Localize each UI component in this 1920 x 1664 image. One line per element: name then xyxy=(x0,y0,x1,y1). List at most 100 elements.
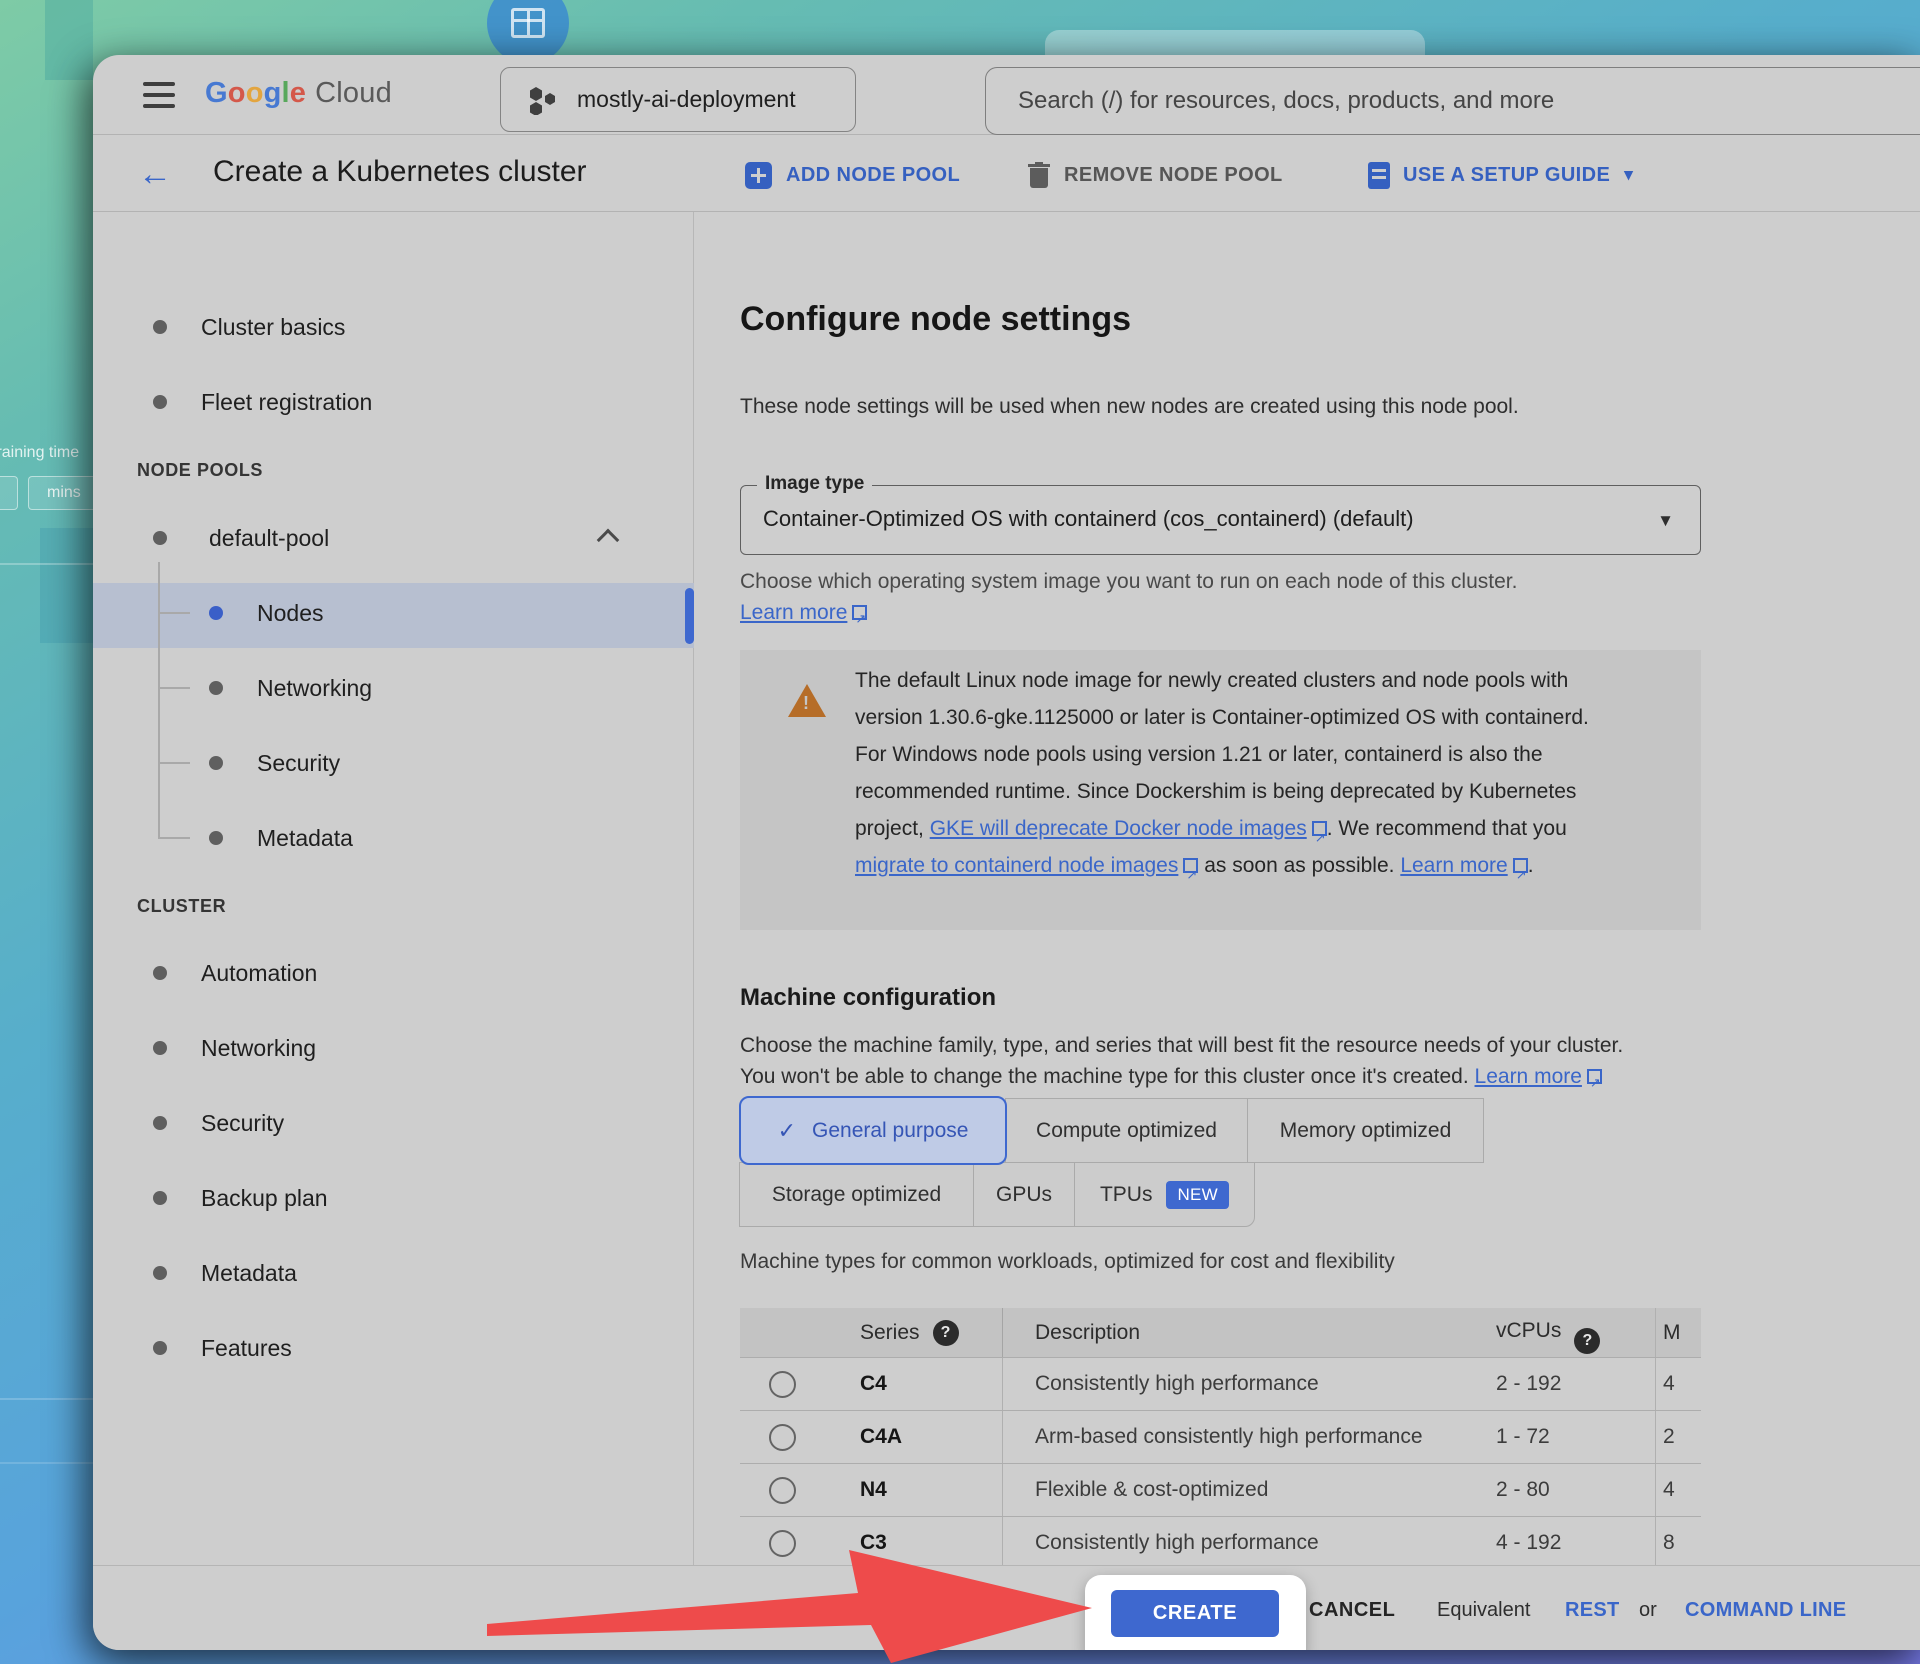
sidebar-item-pool-security[interactable]: Security xyxy=(209,745,340,781)
series-cell: C3 xyxy=(825,1531,1002,1555)
machine-configuration-title: Machine configuration xyxy=(740,984,996,1012)
sidebar-item-features[interactable]: Features xyxy=(153,1330,292,1366)
bullet-icon xyxy=(153,531,167,545)
sidebar-item-cluster-basics[interactable]: Cluster basics xyxy=(153,309,345,345)
warning-text-part: . xyxy=(1528,854,1534,877)
series-cell: C4A xyxy=(825,1425,1002,1449)
create-button-spotlight: CREATE xyxy=(1085,1575,1306,1650)
sidebar-item-label: Fleet registration xyxy=(201,389,372,416)
learn-more-link[interactable]: Learn more xyxy=(1475,1065,1582,1088)
radio-button[interactable] xyxy=(769,1477,796,1504)
table-row-n4[interactable]: N4 Flexible & cost-optimized 2 - 80 4 xyxy=(740,1464,1701,1517)
sidebar-item-label: default-pool xyxy=(209,525,329,552)
command-line-link[interactable]: COMMAND LINE xyxy=(1685,1596,1846,1624)
bullet-icon xyxy=(209,756,223,770)
create-button[interactable]: CREATE xyxy=(1111,1590,1279,1637)
bullet-icon xyxy=(153,966,167,980)
bullet-icon xyxy=(153,1266,167,1280)
sidebar-item-automation[interactable]: Automation xyxy=(153,955,317,991)
sidebar-item-label: Features xyxy=(201,1335,292,1362)
series-cell: N4 xyxy=(825,1478,1002,1502)
sidebar-item-pool-networking[interactable]: Networking xyxy=(209,670,372,706)
sidebar-item-fleet-registration[interactable]: Fleet registration xyxy=(153,384,372,420)
tab-label: Compute optimized xyxy=(1036,1119,1217,1143)
table-row-c4a[interactable]: C4A Arm-based consistently high performa… xyxy=(740,1411,1701,1464)
image-type-value: Container-Optimized OS with containerd (… xyxy=(763,506,1414,532)
tab-storage-optimized[interactable]: Storage optimized xyxy=(739,1162,974,1227)
rest-link[interactable]: REST xyxy=(1565,1596,1620,1624)
table-row-c3[interactable]: C3 Consistently high performance 4 - 192… xyxy=(740,1517,1701,1570)
body: Cluster basics Fleet registration NODE P… xyxy=(93,212,1920,1650)
help-icon[interactable]: ? xyxy=(1574,1328,1600,1354)
remove-node-pool-label: REMOVE NODE POOL xyxy=(1064,164,1283,187)
use-setup-guide-button[interactable]: USE A SETUP GUIDE ▾ xyxy=(1368,158,1633,192)
sidebar-item-metadata[interactable]: Metadata xyxy=(153,1255,297,1291)
image-type-select[interactable]: Image type Container-Optimized OS with c… xyxy=(740,485,1701,555)
column-series: Series ? xyxy=(825,1320,1002,1346)
sidebar-item-label: Nodes xyxy=(257,600,323,627)
bullet-icon xyxy=(153,1341,167,1355)
radio-button[interactable] xyxy=(769,1530,796,1557)
sidebar-item-security[interactable]: Security xyxy=(153,1105,284,1141)
background-training-time-label: training time xyxy=(0,444,102,462)
tab-tpus[interactable]: TPUs NEW xyxy=(1074,1162,1255,1227)
external-link-icon xyxy=(1587,1069,1602,1084)
learn-more-link[interactable]: Learn more xyxy=(1400,854,1507,877)
sidebar-item-backup-plan[interactable]: Backup plan xyxy=(153,1180,328,1216)
table-row-c4[interactable]: C4 Consistently high performance 2 - 192… xyxy=(740,1358,1701,1411)
sidebar-item-networking[interactable]: Networking xyxy=(153,1030,316,1066)
radio-button[interactable] xyxy=(769,1424,796,1451)
sidebar-item-label: Security xyxy=(257,750,340,777)
column-description: Description xyxy=(1002,1308,1480,1357)
tab-memory-optimized[interactable]: Memory optimized xyxy=(1247,1098,1484,1163)
memory-cell: 2 xyxy=(1655,1411,1701,1463)
add-node-pool-button[interactable]: ADD NODE POOL xyxy=(745,158,960,192)
tab-label: Memory optimized xyxy=(1280,1119,1452,1143)
tab-compute-optimized[interactable]: Compute optimized xyxy=(1005,1098,1248,1163)
search-input[interactable]: Search (/) for resources, docs, products… xyxy=(985,67,1920,135)
background-divider xyxy=(0,1398,93,1400)
bullet-icon xyxy=(209,831,223,845)
description-cell: Consistently high performance xyxy=(1002,1358,1480,1410)
warning-text: The default Linux node image for newly c… xyxy=(855,662,1617,884)
tree-connector xyxy=(158,837,190,839)
grid-table-icon xyxy=(511,8,545,38)
bullet-icon xyxy=(153,1041,167,1055)
helper-text: Choose which operating system image you … xyxy=(740,570,1517,593)
deprecate-docker-link[interactable]: GKE will deprecate Docker node images xyxy=(930,817,1307,840)
trash-icon xyxy=(1028,162,1050,188)
description-line: Choose the machine family, type, and ser… xyxy=(740,1030,1750,1061)
sidebar-item-label: Networking xyxy=(201,1035,316,1062)
page-header: ← Create a Kubernetes cluster ADD NODE P… xyxy=(93,136,1920,212)
description-cell: Consistently high performance xyxy=(1002,1517,1480,1569)
cancel-button[interactable]: CANCEL xyxy=(1309,1596,1395,1624)
sidebar-item-nodes[interactable]: Nodes xyxy=(209,595,323,631)
tab-general-purpose[interactable]: ✓ General purpose xyxy=(739,1096,1007,1165)
migrate-containerd-link[interactable]: migrate to containerd node images xyxy=(855,854,1178,877)
back-arrow-button[interactable]: ← xyxy=(133,154,177,194)
tree-connector xyxy=(158,762,190,764)
main-content: Configure node settings These node setti… xyxy=(695,212,1920,1650)
selected-row-highlight xyxy=(93,583,694,648)
project-selector-button[interactable]: mostly-ai-deployment xyxy=(500,67,856,132)
tab-gpus[interactable]: GPUs xyxy=(973,1162,1075,1227)
remove-node-pool-button[interactable]: REMOVE NODE POOL xyxy=(1028,158,1283,192)
image-type-helper: Choose which operating system image you … xyxy=(740,566,1530,628)
hamburger-menu-icon[interactable] xyxy=(143,82,175,108)
external-link-icon xyxy=(1513,858,1528,873)
tab-label: Storage optimized xyxy=(772,1183,941,1207)
bullet-icon xyxy=(153,395,167,409)
chevron-up-icon[interactable] xyxy=(598,530,620,544)
external-link-icon xyxy=(1183,858,1198,873)
background-block xyxy=(40,528,93,643)
project-name: mostly-ai-deployment xyxy=(577,86,796,113)
vcpus-cell: 4 - 192 xyxy=(1480,1531,1655,1555)
radio-button[interactable] xyxy=(769,1371,796,1398)
background-input-fragment xyxy=(0,476,18,510)
learn-more-link[interactable]: Learn more xyxy=(740,601,847,624)
sidebar-item-pool-metadata[interactable]: Metadata xyxy=(209,820,353,856)
tab-label: GPUs xyxy=(996,1183,1052,1207)
sidebar-item-default-pool[interactable]: default-pool xyxy=(153,520,329,556)
dropdown-arrow-icon: ▼ xyxy=(1657,511,1674,531)
help-icon[interactable]: ? xyxy=(933,1320,959,1346)
